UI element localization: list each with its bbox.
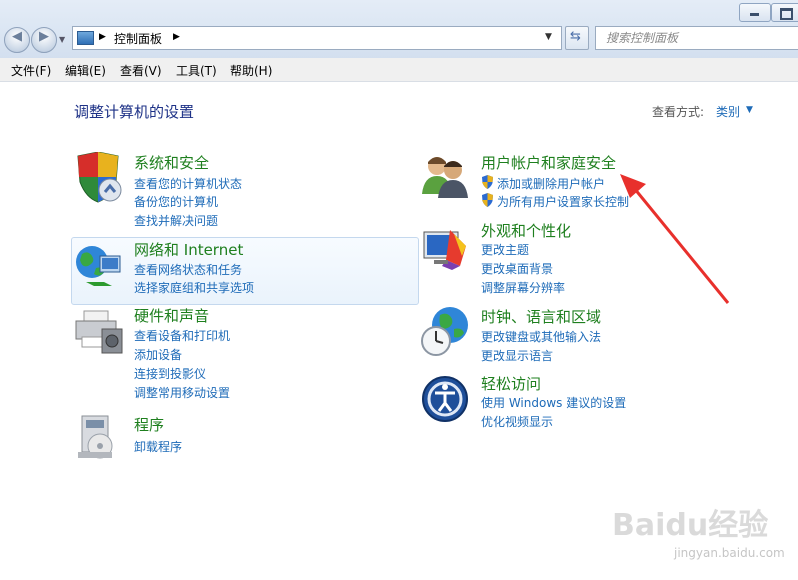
category-clock-language-region[interactable]: 时钟、语言和区域 [481,306,601,327]
refresh-button[interactable]: ⇆ [565,26,589,50]
forward-arrow-icon: ▶ [39,29,49,44]
link-connect-projector[interactable]: 连接到投影仪 [134,365,206,382]
clock-globe-icon [421,307,468,356]
link-uninstall-program[interactable]: 卸载程序 [134,438,182,455]
category-user-accounts[interactable]: 用户帐户和家庭安全 [481,152,616,173]
ease-of-access-icon [422,376,468,422]
category-hardware-sound[interactable]: 硬件和声音 [134,305,209,326]
category-ease-of-access[interactable]: 轻松访问 [481,373,541,394]
link-backup-computer[interactable]: 备份您的计算机 [134,193,218,210]
search-input[interactable] [596,28,786,48]
minimize-button[interactable] [739,3,771,22]
maximize-button[interactable] [771,3,798,22]
network-icon [76,246,121,286]
programs-icon [78,415,113,459]
annotation-arrow-icon [620,174,730,304]
link-optimize-visual-display[interactable]: 优化视频显示 [481,413,553,430]
shield-icon [77,152,122,203]
category-programs[interactable]: 程序 [134,414,164,435]
menu-bar: 文件(F) 编辑(E) 查看(V) 工具(T) 帮助(H) [0,58,798,82]
view-by-chevron-down-icon[interactable]: ▼ [746,105,753,115]
link-devices-printers[interactable]: 查看设备和打印机 [134,327,230,344]
appearance-icon [423,230,466,270]
watermark-logo: Baidu经验 [612,508,769,543]
back-arrow-icon: ◀ [12,29,22,44]
link-add-remove-accounts[interactable]: 添加或删除用户帐户 [497,175,605,192]
link-view-computer-status[interactable]: 查看您的计算机状态 [134,175,242,192]
link-troubleshoot[interactable]: 查找并解决问题 [134,212,218,229]
menu-view[interactable]: 查看(V) [120,62,162,79]
category-system-security[interactable]: 系统和安全 [134,152,209,173]
uac-shield-icon [482,175,493,189]
link-mobility-settings[interactable]: 调整常用移动设置 [134,384,230,401]
link-add-device[interactable]: 添加设备 [134,346,182,363]
refresh-icon: ⇆ [570,29,581,44]
breadcrumb-separator-icon[interactable]: ▶ [99,32,106,42]
address-bar[interactable]: ▶ 控制面板 ▶ ▼ [72,26,562,50]
search-box[interactable] [595,26,798,50]
link-change-theme[interactable]: 更改主题 [481,241,529,258]
menu-file[interactable]: 文件(F) [11,62,51,79]
link-display-language[interactable]: 更改显示语言 [481,347,553,364]
maximize-icon [780,8,793,20]
category-appearance[interactable]: 外观和个性化 [481,220,571,241]
link-screen-resolution[interactable]: 调整屏幕分辨率 [481,279,565,296]
link-desktop-background[interactable]: 更改桌面背景 [481,260,553,277]
control-panel-icon [77,31,94,45]
link-change-keyboard[interactable]: 更改键盘或其他输入法 [481,328,601,345]
forward-button[interactable]: ▶ [31,27,57,53]
address-dropdown-icon[interactable]: ▼ [545,32,552,42]
recent-pages-dropdown-icon[interactable]: ▼ [59,35,65,44]
breadcrumb-separator-icon[interactable]: ▶ [173,32,180,42]
back-button[interactable]: ◀ [4,27,30,53]
link-windows-suggested-settings[interactable]: 使用 Windows 建议的设置 [481,394,626,411]
link-network-status[interactable]: 查看网络状态和任务 [134,261,242,278]
view-by-dropdown[interactable]: 类别 [716,103,740,120]
page-title: 调整计算机的设置 [74,103,195,121]
uac-shield-icon [482,193,493,207]
link-homegroup-sharing[interactable]: 选择家庭组和共享选项 [134,279,254,296]
view-by-label: 查看方式: [652,105,705,119]
minimize-icon [750,13,759,16]
menu-tools[interactable]: 工具(T) [176,62,217,79]
menu-edit[interactable]: 编辑(E) [65,62,106,79]
printer-icon [75,310,123,354]
watermark-url: jingyan.baidu.com [674,546,785,560]
users-icon [422,157,468,198]
breadcrumb-control-panel[interactable]: 控制面板 [114,30,162,47]
category-network-internet[interactable]: 网络和 Internet [134,239,243,260]
menu-help[interactable]: 帮助(H) [230,62,272,79]
